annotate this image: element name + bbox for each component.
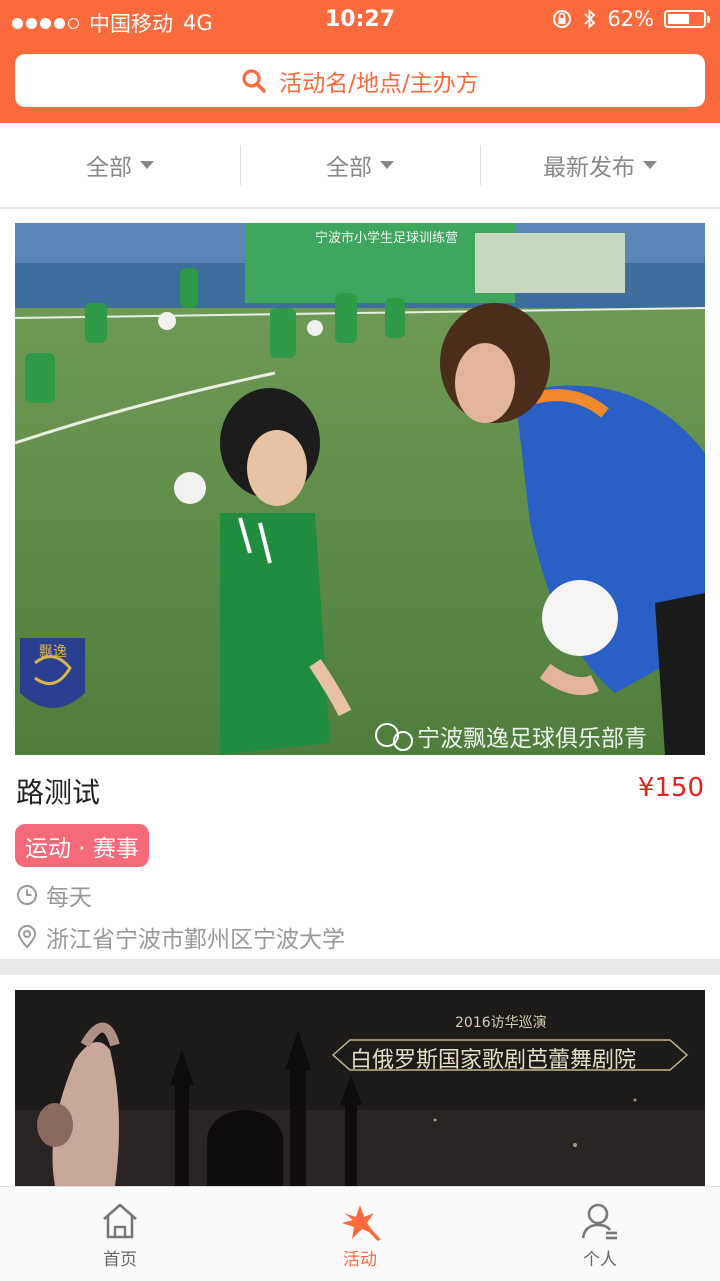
activity-image[interactable]: 2016访华巡演 白俄罗斯国家歌剧芭蕾舞剧院	[15, 990, 705, 1186]
filter-sort-label: 最新发布	[543, 155, 635, 181]
clock-icon	[17, 885, 37, 905]
filter-bar: 全部 全部 最新发布	[0, 123, 720, 209]
caret-down-icon	[380, 161, 394, 169]
activity-image[interactable]: 飘逸 宁波市小学生足球训练营 宁波飘逸足球俱乐部青	[15, 223, 705, 755]
battery-percentage: 62%	[607, 7, 654, 31]
activity-title[interactable]: 路测试	[16, 771, 100, 811]
filter-sort[interactable]: 最新发布	[480, 123, 720, 207]
activity-location: 浙江省宁波市鄞州区宁波大学	[46, 927, 345, 953]
search-icon	[242, 68, 267, 93]
image-banner-text: 宁波市小学生足球训练营	[315, 231, 459, 246]
filter-region-label: 全部	[326, 155, 372, 181]
card-separator	[0, 959, 720, 975]
poster-title: 白俄罗斯国家歌剧芭蕾舞剧院	[350, 1048, 637, 1073]
activity-price: ¥150	[637, 773, 704, 803]
tab-activity-label: 活动	[343, 1250, 377, 1270]
person-icon	[581, 1203, 617, 1240]
search-placeholder: 活动名/地点/主办方	[279, 70, 479, 97]
home-icon	[103, 1203, 137, 1239]
bluetooth-icon	[584, 8, 596, 30]
filter-region[interactable]: 全部	[240, 123, 480, 207]
search-bar[interactable]: 活动名/地点/主办方	[15, 54, 705, 107]
activity-category-label: 运动 · 赛事	[25, 835, 139, 862]
activity-category-tag: 运动 · 赛事	[15, 824, 149, 867]
orientation-lock-icon	[553, 10, 572, 28]
activity-location-row: 浙江省宁波市鄞州区宁波大学	[16, 920, 345, 954]
activity-time: 每天	[46, 885, 92, 911]
tab-bar: 首页 活动 个人	[0, 1186, 720, 1281]
tab-profile-label: 个人	[583, 1250, 617, 1270]
location-pin-icon	[17, 925, 37, 949]
tab-home-label: 首页	[103, 1250, 137, 1270]
status-bar: 中国移动 4G 10:27 62%	[0, 0, 720, 40]
battery-icon	[664, 10, 710, 28]
caret-down-icon	[643, 161, 657, 169]
image-watermark-text: 宁波飘逸足球俱乐部青	[417, 726, 647, 752]
filter-category-label: 全部	[86, 155, 132, 181]
tab-activity[interactable]: 活动	[240, 1187, 480, 1281]
poster-subtitle: 2016访华巡演	[455, 1015, 547, 1031]
tab-home[interactable]: 首页	[0, 1187, 240, 1281]
tab-profile[interactable]: 个人	[480, 1187, 720, 1281]
image-logo-text: 飘逸	[39, 644, 67, 660]
filter-category[interactable]: 全部	[0, 123, 240, 207]
header: 中国移动 4G 10:27 62% 活动名/地点/主办方	[0, 0, 720, 123]
activity-icon	[342, 1205, 380, 1241]
ballet-poster-photo	[15, 990, 705, 1186]
activity-time-row: 每天	[16, 878, 92, 912]
caret-down-icon	[140, 161, 154, 169]
football-training-photo	[15, 223, 705, 755]
